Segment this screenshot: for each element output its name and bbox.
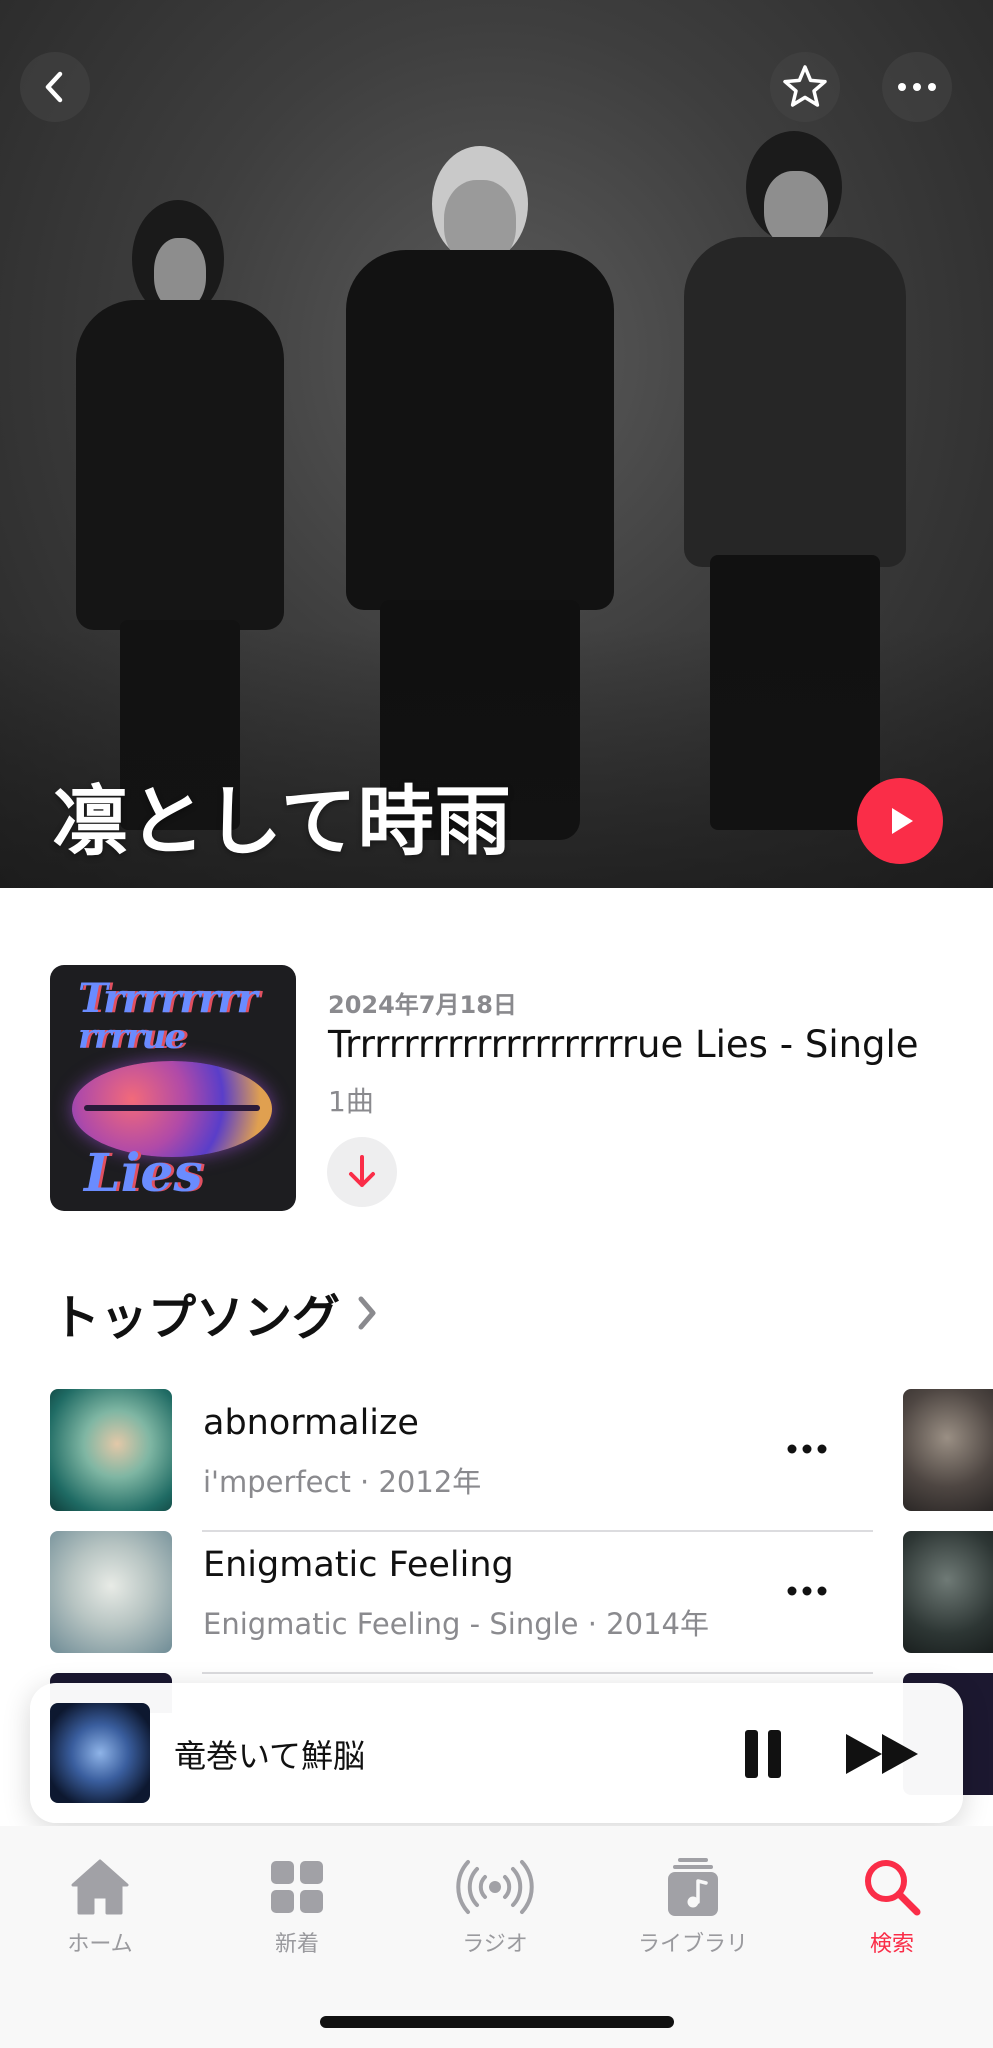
grid-icon <box>271 1861 323 1913</box>
download-button[interactable] <box>327 1137 397 1207</box>
tab-label: 新着 <box>274 1932 319 1957</box>
artwork-text-line3: Lies <box>84 1143 203 1204</box>
tab-label: ホーム <box>67 1932 133 1957</box>
home-icon <box>71 1859 129 1915</box>
tab-home[interactable]: ホーム <box>20 1854 180 1974</box>
ellipsis-icon <box>787 1586 827 1596</box>
home-indicator <box>320 2016 674 2028</box>
top-songs-title: トップソング <box>52 1290 341 1346</box>
chevron-left-icon <box>45 71 63 103</box>
song-row[interactable]: abnormalize i'mperfect · 2012年 <box>50 1389 873 1532</box>
song-artwork-next-column[interactable] <box>903 1531 993 1653</box>
tab-label: ラジオ <box>462 1932 528 1957</box>
song-subtitle: Enigmatic Feeling - Single · 2014年 <box>203 1607 709 1641</box>
release-date: 2024年7月18日 <box>328 991 517 1019</box>
release-title[interactable]: Trrrrrrrrrrrrrrrrrrrrue Lies - Single <box>328 1023 919 1066</box>
tab-label: 検索 <box>869 1932 914 1957</box>
top-songs-header[interactable]: トップソング <box>52 1278 378 1348</box>
tab-new[interactable]: 新着 <box>217 1854 377 1974</box>
song-more-button[interactable] <box>775 1425 839 1473</box>
library-icon <box>668 1858 718 1916</box>
back-button[interactable] <box>20 52 90 122</box>
song-artwork <box>50 1389 172 1511</box>
play-icon <box>892 808 913 834</box>
tab-search[interactable]: 検索 <box>812 1854 972 1974</box>
chevron-right-icon <box>358 1296 376 1330</box>
pause-button[interactable] <box>730 1721 796 1787</box>
artist-name: 凛として時雨 <box>52 777 512 866</box>
latest-release[interactable]: Trrrrrrrr rrrrue Lies 2024年7月18日 Trrrrrr… <box>50 965 943 1211</box>
search-icon <box>865 1860 921 1916</box>
more-options-button[interactable] <box>882 52 952 122</box>
release-track-count: 1曲 <box>328 1085 374 1118</box>
favorite-button[interactable] <box>770 52 840 122</box>
song-more-button[interactable] <box>775 1567 839 1615</box>
tab-radio[interactable]: ラジオ <box>415 1854 575 1974</box>
tab-label: ライブラリ <box>637 1932 748 1957</box>
mini-player[interactable]: 竜巻いて鮮脳 <box>30 1683 963 1823</box>
radio-icon <box>456 1860 534 1914</box>
star-icon <box>783 65 827 107</box>
song-subtitle: i'mperfect · 2012年 <box>203 1465 482 1499</box>
artwork-text-line2: rrrrue <box>78 1017 186 1057</box>
play-artist-button[interactable] <box>857 778 943 864</box>
song-row[interactable]: Enigmatic Feeling Enigmatic Feeling - Si… <box>50 1531 873 1674</box>
pause-icon <box>745 1730 781 1778</box>
ellipsis-icon <box>787 1444 827 1454</box>
song-title: abnormalize <box>203 1403 419 1443</box>
tab-bar: ホーム 新着 ラジオ ライブラリ 検索 <box>0 1826 993 2048</box>
arrow-down-icon <box>349 1155 375 1187</box>
ellipsis-icon <box>898 83 936 91</box>
song-artwork-next-column[interactable] <box>903 1389 993 1511</box>
song-artwork <box>50 1531 172 1653</box>
artwork-text-line1: Trrrrrrrr <box>78 975 257 1022</box>
release-artwork[interactable]: Trrrrrrrr rrrrue Lies <box>50 965 296 1211</box>
divider <box>202 1672 873 1674</box>
forward-icon <box>846 1734 918 1774</box>
next-track-button[interactable] <box>838 1721 928 1787</box>
now-playing-artwork[interactable] <box>50 1703 150 1803</box>
now-playing-title[interactable]: 竜巻いて鮮脳 <box>174 1731 365 1777</box>
tab-library[interactable]: ライブラリ <box>613 1854 773 1974</box>
artist-hero: 凛として時雨 <box>0 0 993 888</box>
song-title: Enigmatic Feeling <box>203 1545 514 1585</box>
